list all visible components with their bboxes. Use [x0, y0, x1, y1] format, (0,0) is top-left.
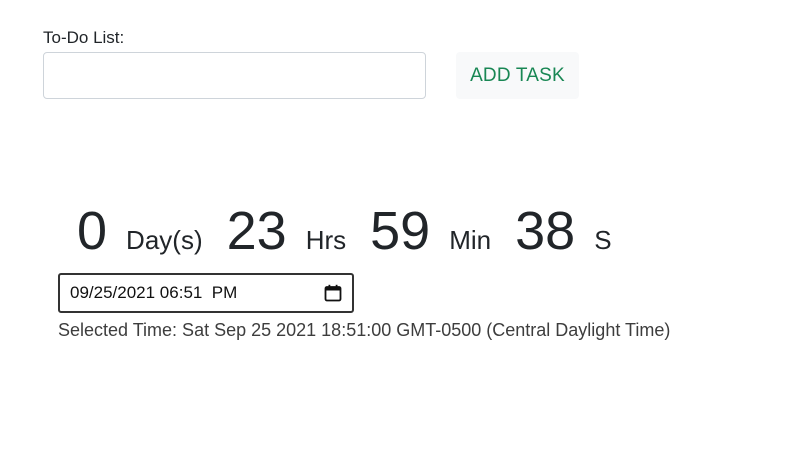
- datetime-input[interactable]: 09/25/2021 06:51 PM: [58, 273, 354, 313]
- minutes-value: 59: [370, 201, 431, 261]
- calendar-icon[interactable]: [324, 284, 342, 302]
- todo-label: To-Do List:: [43, 28, 125, 47]
- page: To-Do List: ADD TASK 0 Day(s) 23 Hrs 59 …: [0, 0, 788, 473]
- datetime-value[interactable]: 09/25/2021 06:51 PM: [70, 283, 324, 303]
- add-task-button[interactable]: ADD TASK: [456, 52, 579, 99]
- seconds-value: 38: [515, 201, 576, 261]
- hours-value: 23: [226, 201, 287, 261]
- days-value: 0: [77, 201, 108, 261]
- seconds-unit: S: [594, 225, 612, 255]
- todo-input[interactable]: [43, 52, 426, 99]
- hours-unit: Hrs: [305, 225, 347, 255]
- countdown: 0 Day(s) 23 Hrs 59 Min 38 S: [77, 196, 612, 266]
- todo-row: ADD TASK: [43, 52, 579, 99]
- minutes-unit: Min: [449, 225, 492, 255]
- todo-section: To-Do List: ADD TASK: [43, 27, 579, 99]
- selected-time-text: Selected Time: Sat Sep 25 2021 18:51:00 …: [58, 320, 671, 340]
- days-unit: Day(s): [126, 225, 203, 255]
